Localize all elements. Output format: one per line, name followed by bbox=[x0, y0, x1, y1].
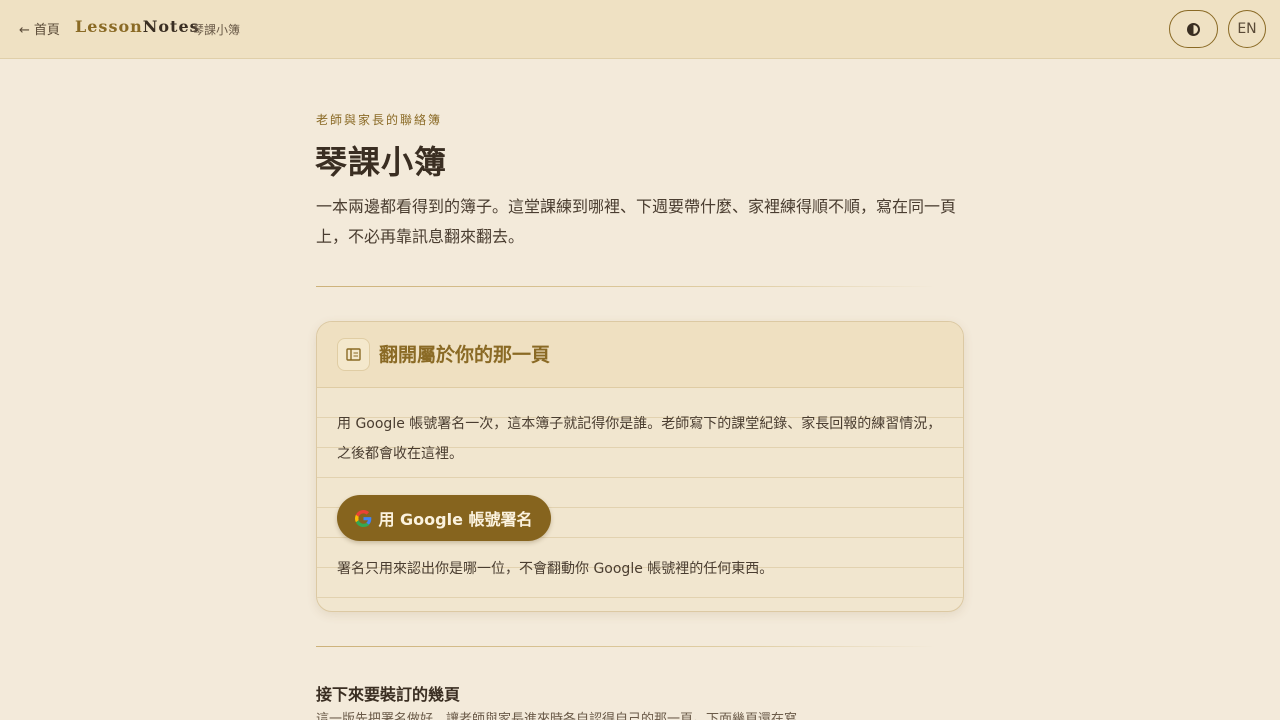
hero-intro: 一本兩邊都看得到的簿子。這堂課練到哪裡、下週要帶什麼、家裡練得順不順，寫在同一頁… bbox=[316, 197, 957, 246]
card-description: 用 Google 帳號署名一次，這本簿子就記得你是誰。老師寫下的課堂紀錄、家長回… bbox=[337, 416, 942, 462]
hero-eyebrow: 老師與家長的聯絡簿 bbox=[316, 113, 443, 127]
page-title: 琴課小簿 bbox=[315, 143, 448, 181]
back-home-link[interactable]: ← 首頁 bbox=[19, 19, 60, 39]
theme-toggle-button[interactable] bbox=[1169, 10, 1218, 48]
contrast-icon bbox=[1187, 22, 1200, 36]
google-sign-in-label: 用 Google 帳號署名 bbox=[378, 510, 533, 529]
google-sign-in-button[interactable]: 用 Google 帳號署名 bbox=[337, 495, 551, 541]
divider-top bbox=[316, 286, 936, 287]
top-bar: ← 首頁 LessonNotes 琴課小簿 EN bbox=[0, 0, 1280, 59]
privacy-note: 署名只用來認出你是哪一位，不會翻動你 Google 帳號裡的任何東西。 bbox=[337, 561, 774, 577]
brand-part-lesson: Lesson bbox=[75, 17, 143, 36]
breadcrumb-current: 琴課小簿 bbox=[192, 23, 241, 37]
brand-logo[interactable]: LessonNotes bbox=[75, 17, 200, 36]
google-icon bbox=[355, 509, 372, 527]
card-title: 翻開屬於你的那一頁 bbox=[379, 344, 551, 366]
back-home-label: 首頁 bbox=[33, 23, 60, 38]
book-icon bbox=[337, 338, 370, 371]
back-arrow-icon: ← bbox=[19, 22, 30, 38]
upcoming-section-title: 接下來要裝訂的幾頁 bbox=[316, 685, 461, 704]
divider-bottom bbox=[316, 646, 936, 647]
sign-in-card: 翻開屬於你的那一頁 用 Google 帳號署名一次，這本簿子就記得你是誰。老師寫… bbox=[316, 321, 964, 612]
upcoming-section-text: 這一版先把署名做好，讓老師與家長進來時各自認得自己的那一頁。下面幾頁還在寫 bbox=[316, 712, 798, 720]
language-toggle-button[interactable]: EN bbox=[1228, 10, 1266, 48]
card-header: 翻開屬於你的那一頁 bbox=[317, 322, 963, 388]
